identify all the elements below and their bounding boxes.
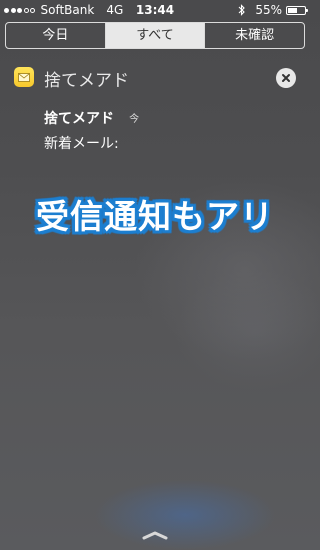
grabber-handle-icon[interactable] [141, 526, 169, 540]
app-section-header: 捨てメアド [0, 63, 310, 93]
clear-notifications-button[interactable] [276, 68, 296, 88]
tab-today[interactable]: 今日 [6, 23, 106, 48]
notification-center-tabs: 今日 すべて 未確認 [5, 22, 305, 49]
status-bar: SoftBank 4G 13:44 55% [0, 0, 310, 20]
section-title: 捨てメアド [44, 71, 129, 91]
overlay-caption: 受信通知もアリ [36, 197, 274, 236]
mail-icon [14, 67, 34, 87]
tab-missed[interactable]: 未確認 [205, 23, 304, 48]
notification-time: 今 [129, 114, 140, 125]
notification-item[interactable]: 捨てメアド 今 新着メール: [44, 108, 284, 153]
status-right: 55% [238, 0, 308, 20]
close-icon [282, 74, 290, 82]
notification-body: 新着メール: [44, 136, 119, 152]
battery-percent: 55% [255, 3, 282, 17]
bluetooth-icon [238, 4, 246, 16]
battery-icon [286, 5, 308, 15]
tab-all[interactable]: すべて [105, 23, 206, 48]
notification-title: 捨てメアド [44, 111, 114, 127]
battery-fill [288, 7, 297, 13]
